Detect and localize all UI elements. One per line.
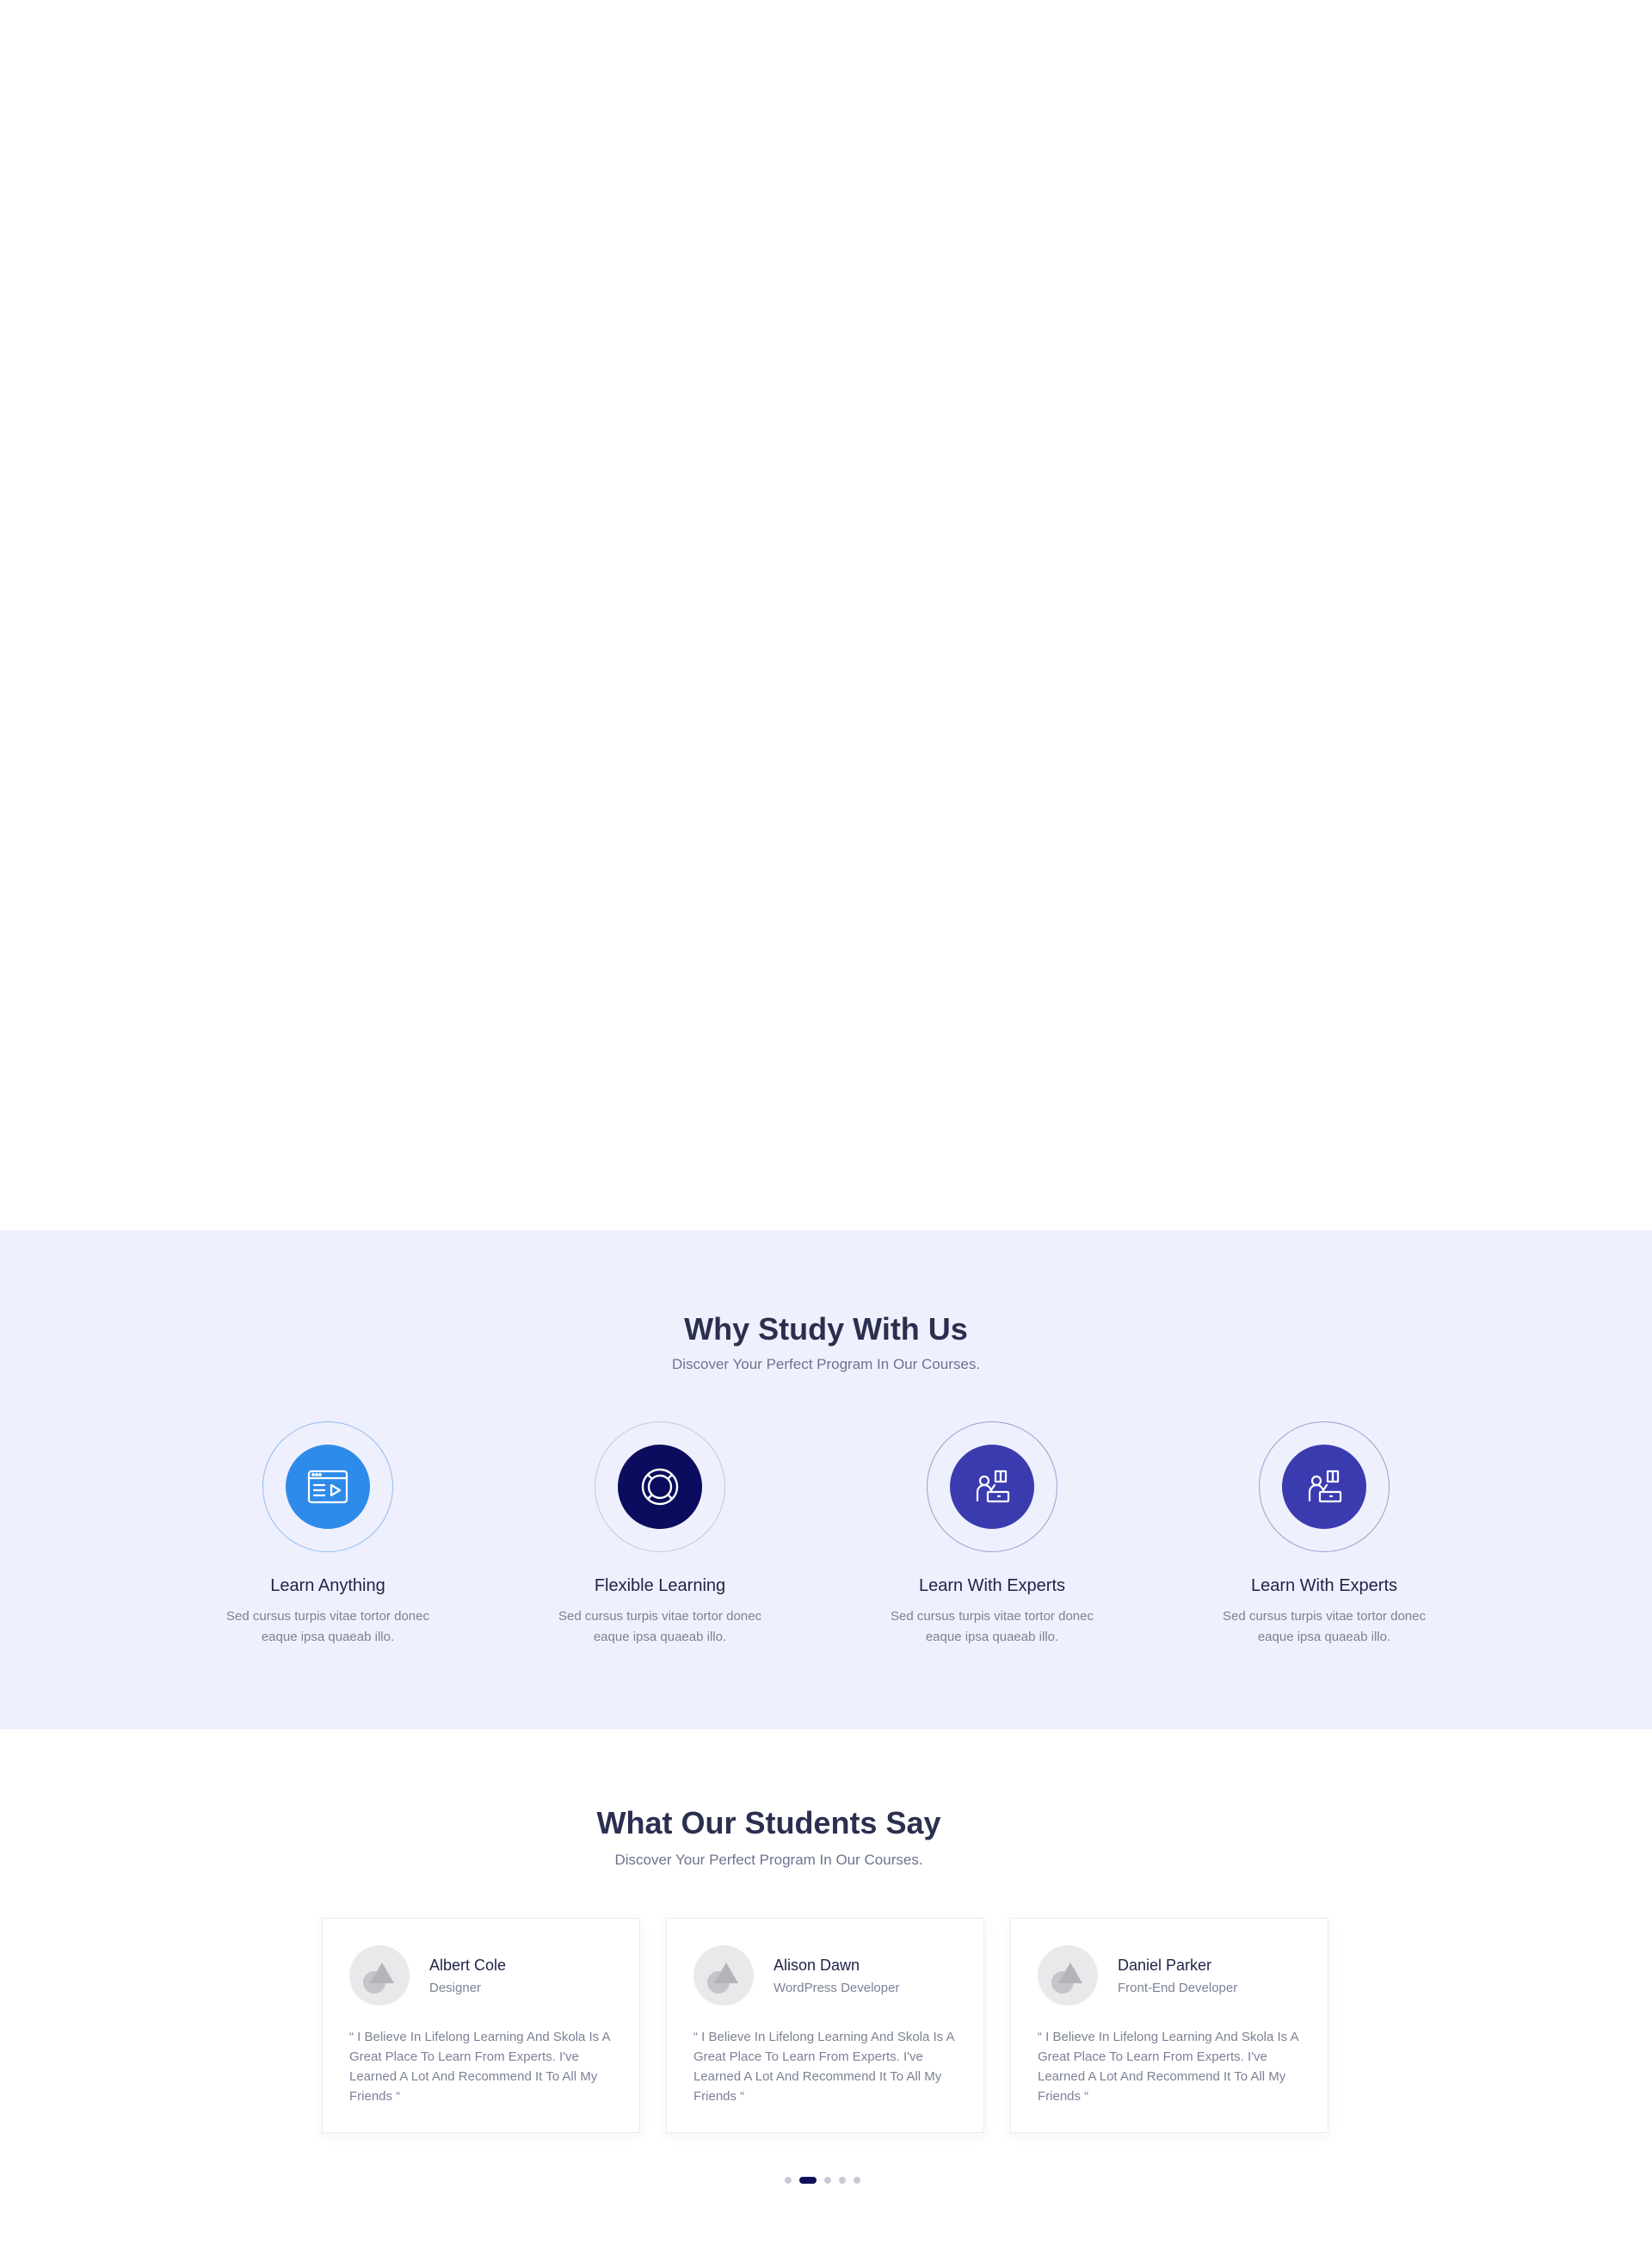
feature-title: Flexible Learning [594,1576,726,1595]
feature-title: Learn With Experts [1250,1576,1398,1595]
avatar-placeholder-icon [349,1945,410,2006]
feature-desc-line: eaque ipsa quaeab illo. [1257,1630,1391,1644]
feature-icon-ring [1259,1421,1390,1552]
hero-placeholder [0,0,1652,1230]
testimonial-name: Alison Dawn [774,1957,860,1974]
feature-description: Sed cursus turpis vitae tortor donec eaq… [531,1606,789,1648]
feature-icon-ring [595,1421,725,1552]
feature-learn-with-experts: Learn With Experts Sed cursus turpis vit… [863,1421,1121,1648]
feature-desc-line: Sed cursus turpis vitae tortor donec [891,1609,1094,1624]
why-study-section: Why Study With Us Discover Your Perfect … [0,1230,1652,1729]
feature-title: Learn With Experts [918,1576,1066,1595]
feature-desc-line: Sed cursus turpis vitae tortor donec [226,1609,429,1624]
carousel-dot[interactable] [839,2177,846,2184]
lifebuoy-icon [618,1445,702,1529]
carousel-dot[interactable] [854,2177,860,2184]
testimonial-name: Albert Cole [429,1957,507,1974]
feature-flexible-learning: Flexible Learning Sed cursus turpis vita… [531,1421,789,1648]
feature-desc-line: Sed cursus turpis vitae tortor donec [558,1609,761,1624]
avatar-placeholder-icon [693,1945,754,2006]
testimonial-card: Daniel Parker Front-End Developer “ I Be… [1010,1918,1328,2133]
feature-icon-ring [927,1421,1057,1552]
avatar-placeholder-icon [1038,1945,1098,2006]
why-study-subtitle: Discover Your Perfect Program In Our Cou… [671,1356,981,1372]
testimonial-role: Front-End Developer [1118,1981,1238,1995]
testimonial-role: Designer [429,1981,482,1995]
testimonial-role: WordPress Developer [774,1981,900,1995]
feature-learn-with-experts-2: Learn With Experts Sed cursus turpis vit… [1195,1421,1453,1648]
feature-icon-ring [262,1421,393,1552]
testimonial-quote: “ I Believe In Lifelong Learning And Sko… [693,2030,954,2104]
teacher-icon [950,1445,1034,1529]
feature-description: Sed cursus turpis vitae tortor donec eaq… [1195,1606,1453,1648]
feature-description: Sed cursus turpis vitae tortor donec eaq… [199,1606,457,1648]
feature-description: Sed cursus turpis vitae tortor donec eaq… [863,1606,1121,1648]
testimonials-subtitle: Discover Your Perfect Program In Our Cou… [614,1852,923,1868]
teacher-icon [1282,1445,1366,1529]
why-study-title: Why Study With Us [684,1311,968,1347]
testimonials-title: What Our Students Say [596,1805,941,1840]
feature-learn-anything: Learn Anything Sed cursus turpis vitae t… [199,1421,457,1648]
carousel-dot-active[interactable] [799,2177,817,2184]
feature-title: Learn Anything [270,1576,385,1595]
testimonial-card: Alison Dawn WordPress Developer “ I Beli… [666,1918,984,2133]
testimonial-quote: “ I Believe In Lifelong Learning And Sko… [349,2030,610,2104]
feature-desc-line: eaque ipsa quaeab illo. [925,1630,1059,1644]
carousel-dot[interactable] [824,2177,831,2184]
carousel-pagination [785,2177,860,2184]
testimonial-card: Albert Cole Designer “ I Believe In Life… [322,1918,640,2133]
testimonial-name: Daniel Parker [1118,1957,1212,1974]
carousel-dot[interactable] [785,2177,792,2184]
online-course-icon [286,1445,370,1529]
feature-desc-line: eaque ipsa quaeab illo. [261,1630,395,1644]
testimonial-quote: “ I Believe In Lifelong Learning And Sko… [1038,2030,1298,2104]
feature-desc-line: eaque ipsa quaeab illo. [593,1630,727,1644]
feature-desc-line: Sed cursus turpis vitae tortor donec [1223,1609,1426,1624]
